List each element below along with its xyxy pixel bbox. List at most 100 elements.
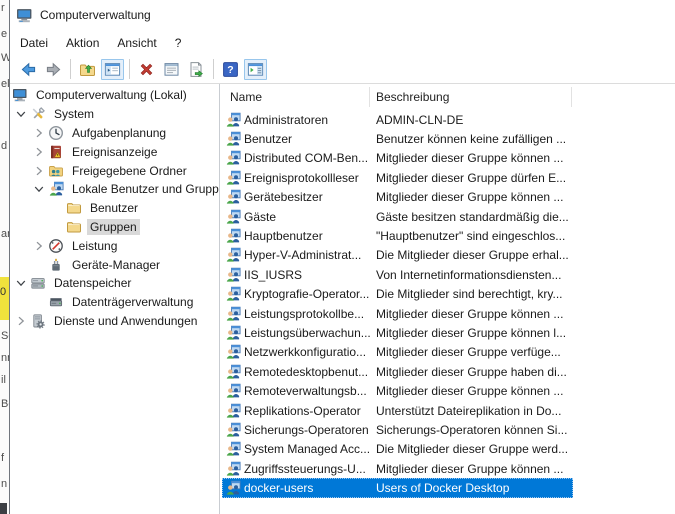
tree-item-datenspeicher[interactable]: Datenspeicher [10,274,219,293]
group-icon [225,286,241,302]
group-icon [225,170,241,186]
column-header-name[interactable]: Name [222,87,370,107]
toolbar-separator [129,59,130,79]
background-text-fragment: W [1,52,9,64]
group-icon [225,228,241,244]
list-row-remotedesktopbenut[interactable]: Remotedesktopbenut... Mitglieder dieser … [222,362,573,381]
group-name: Zugriffssteuerungs-U... [244,462,373,476]
tree-item-label: Datenspeicher [51,275,134,291]
title-bar[interactable]: Computerverwaltung [10,0,675,30]
group-icon [225,112,241,128]
list-row-leistungsprotokollbe[interactable]: Leistungsprotokollbe... Mitglieder diese… [222,304,573,323]
forward-button[interactable] [42,59,65,80]
list-row-g-ste[interactable]: Gäste Gäste besitzen standardmäßig die..… [222,207,573,226]
group-name: System Managed Acc... [244,442,373,456]
chevron-icon[interactable] [30,184,48,194]
list-row-leistungs-berwachun[interactable]: Leistungsüberwachun... Mitglieder dieser… [222,323,573,342]
background-text-fragment: d [1,140,7,152]
delete-button[interactable] [135,59,158,80]
background-text-fragment: nr [1,352,9,364]
tree-item-benutzer[interactable]: Benutzer [10,199,219,218]
background-text-fragment: e [1,28,7,40]
list-row-system-managed-acc[interactable]: System Managed Acc... Die Mitglieder die… [222,440,573,459]
menu-aktion[interactable]: Aktion [57,32,108,54]
column-header-beschreibung[interactable]: Beschreibung [370,87,572,107]
group-icon [225,364,241,380]
menubar: Datei Aktion Ansicht ? [10,30,675,55]
tree-item-leistung[interactable]: Leistung [10,236,219,255]
list-row-zugriffssteuerungs-u[interactable]: Zugriffssteuerungs-U... Mitglieder diese… [222,459,573,478]
tree-item-label: Ereignisanzeige [69,144,160,160]
list-row-ger-tebesitzer[interactable]: Gerätebesitzer Mitglieder dieser Gruppe … [222,188,573,207]
tree-item-datentr-gerverwaltung[interactable]: Datenträgerverwaltung [10,293,219,312]
chevron-icon[interactable] [30,147,48,157]
show-action-pane-button[interactable] [244,59,267,80]
group-description: Mitglieder dieser Gruppe können l... [376,326,572,340]
chevron-icon[interactable] [12,316,30,326]
group-list: Administratoren ADMIN-CLN-DE Benutzer Be… [222,110,675,514]
tree-item-aufgabenplanung[interactable]: Aufgabenplanung [10,124,219,143]
list-row-hyper-v-administrat[interactable]: Hyper-V-Administrat... Die Mitglieder di… [222,246,573,265]
up-one-level-button[interactable] [76,59,99,80]
group-description: Mitglieder dieser Gruppe dürfen E... [376,171,572,185]
app-icon [16,7,33,24]
tree-item-system[interactable]: System [10,105,219,124]
list-row-sicherungs-operatoren[interactable]: Sicherungs-Operatoren Sicherungs-Operato… [222,420,573,439]
tree-item-label: Computerverwaltung (Lokal) [33,87,190,103]
menu-hilfe[interactable]: ? [166,32,191,54]
folder-up-icon [79,61,96,78]
chevron-icon[interactable] [30,166,48,176]
menu-ansicht[interactable]: Ansicht [108,32,165,54]
console-tree-pane: Computerverwaltung (Lokal) System Aufgab… [10,84,220,514]
help-button[interactable] [219,59,242,80]
list-row-benutzer[interactable]: Benutzer Benutzer können keine zufällige… [222,129,573,148]
computer-icon [12,87,28,103]
tree-item-dienste-und-anwendungen[interactable]: Dienste und Anwendungen [10,312,219,331]
list-row-netzwerkkonfiguratio[interactable]: Netzwerkkonfiguratio... Mitglieder diese… [222,343,573,362]
group-name: IIS_IUSRS [244,268,373,282]
group-description: Die Mitglieder sind berechtigt, kry... [376,287,572,301]
menu-datei[interactable]: Datei [11,32,57,54]
list-row-distributed-com-ben[interactable]: Distributed COM-Ben... Mitglieder dieser… [222,149,573,168]
back-button[interactable] [17,59,40,80]
list-row-ereignisprotokollleser[interactable]: Ereignisprotokollleser Mitglieder dieser… [222,168,573,187]
folder-icon [66,200,82,216]
background-highlight-fragment: 0 [0,277,9,320]
chevron-icon[interactable] [30,128,48,138]
group-icon [225,461,241,477]
group-icon [225,247,241,263]
group-description: ADMIN-CLN-DE [376,113,572,127]
tree-item-gruppen[interactable]: Gruppen [10,218,219,237]
group-description: Die Mitglieder dieser Gruppe erhal... [376,248,572,262]
list-row-docker-users[interactable]: docker-users Users of Docker Desktop [222,478,573,497]
group-name: Hauptbenutzer [244,229,373,243]
storage-icon [30,275,46,291]
tree-item-lokale-benutzer-und-gruppen[interactable]: Lokale Benutzer und Gruppen [10,180,219,199]
tree-item-computerverwaltung-lokal[interactable]: Computerverwaltung (Lokal) [10,86,219,105]
chevron-icon[interactable] [30,241,48,251]
group-description: Sicherungs-Operatoren können Si... [376,423,572,437]
background-text-fragment: el [1,78,9,90]
list-row-hauptbenutzer[interactable]: Hauptbenutzer "Hauptbenutzer" sind einge… [222,226,573,245]
group-name: Remoteverwaltungsb... [244,384,373,398]
list-row-remoteverwaltungsb[interactable]: Remoteverwaltungsb... Mitglieder dieser … [222,381,573,400]
tree-item-freigegebene-ordner[interactable]: Freigegebene Ordner [10,161,219,180]
group-icon [225,131,241,147]
chevron-icon[interactable] [12,278,30,288]
list-row-replikations-operator[interactable]: Replikations-Operator Unterstützt Dateir… [222,401,573,420]
list-row-kryptografie-operator[interactable]: Kryptografie-Operator... Die Mitglieder … [222,285,573,304]
properties-button[interactable] [160,59,183,80]
show-console-tree-button[interactable] [101,59,124,80]
tree-item-ereignisanzeige[interactable]: Ereignisanzeige [10,142,219,161]
properties-icon [163,61,180,78]
arrow-right-icon [45,61,62,78]
disk-management-icon [48,294,64,310]
group-description: Mitglieder dieser Gruppe können ... [376,462,572,476]
tree-item-ger-te-manager[interactable]: Geräte-Manager [10,255,219,274]
group-description: Unterstützt Dateireplikation in Do... [376,404,572,418]
export-list-button[interactable] [185,59,208,80]
list-row-iis-iusrs[interactable]: IIS_IUSRS Von Internetinformationsdienst… [222,265,573,284]
chevron-icon[interactable] [12,109,30,119]
list-row-administratoren[interactable]: Administratoren ADMIN-CLN-DE [222,110,573,129]
group-icon [225,325,241,341]
